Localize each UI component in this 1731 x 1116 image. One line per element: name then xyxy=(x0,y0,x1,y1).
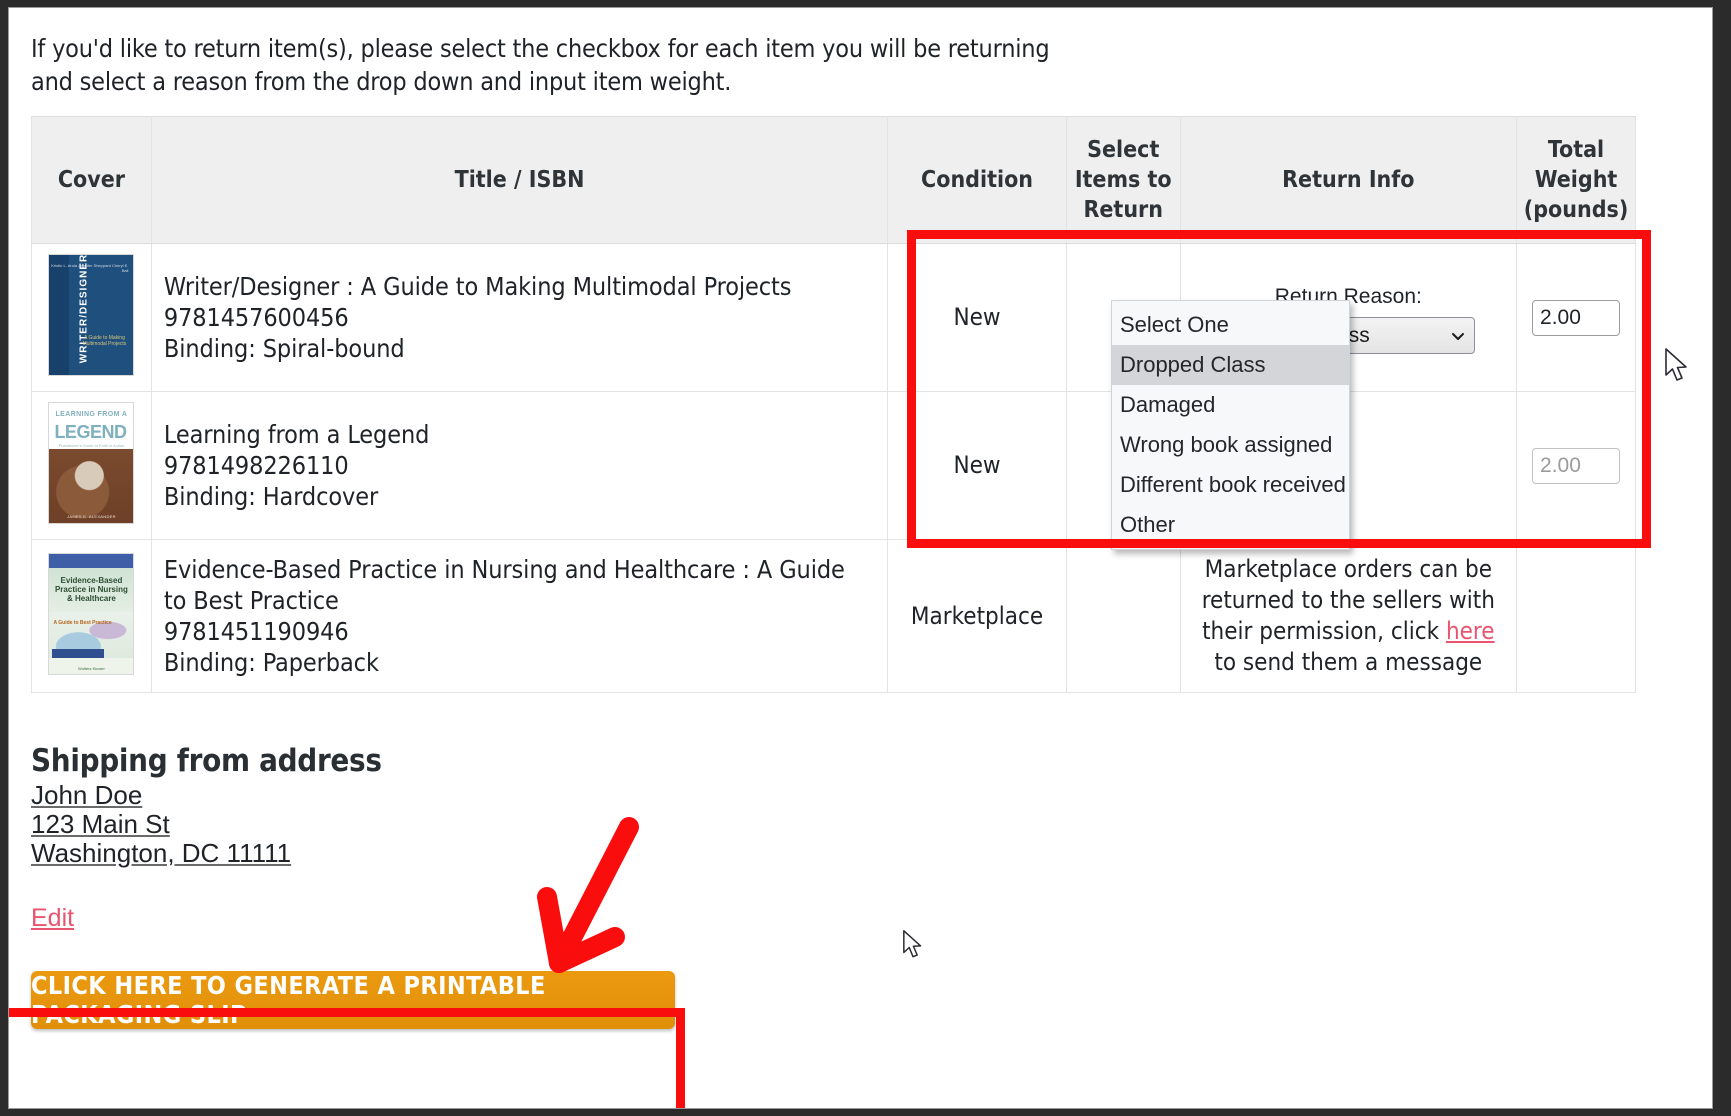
shipping-from-address-section: Shipping from address John Doe 123 Main … xyxy=(31,743,1712,933)
instructions-line-2: and select a reason from the drop down a… xyxy=(31,67,732,96)
header-title-isbn: Title / ISBN xyxy=(150,116,889,244)
dropdown-option-damaged[interactable]: Damaged xyxy=(1112,385,1349,425)
weight-input[interactable]: 2.00 xyxy=(1532,447,1621,484)
cover-title-text: Evidence-Based Practice in Nursing & Hea… xyxy=(54,575,128,603)
cover-cell: Evidence-Based Practice in Nursing & Hea… xyxy=(31,539,152,693)
dropdown-option-select-one[interactable]: Select One xyxy=(1112,305,1349,345)
book-isbn: 9781457600456 xyxy=(163,303,349,332)
book-binding: Binding: Hardcover xyxy=(163,482,379,511)
edit-address-link[interactable]: Edit xyxy=(31,904,74,933)
cover-line-2: LEGEND xyxy=(54,422,127,442)
book-title: Evidence-Based Practice in Nursing and H… xyxy=(163,555,845,615)
weight-cell xyxy=(1516,539,1636,693)
table-row: LEARNING FROM A LEGEND Practitioner's Gu… xyxy=(31,391,1636,540)
header-cover: Cover xyxy=(31,116,152,244)
cover-publisher-text: Wolters Kluwer xyxy=(78,665,105,671)
cover-author-text: JAMES E. ALEXANDER xyxy=(67,514,116,519)
condition-cell: New xyxy=(887,243,1067,392)
shipping-name: John Doe xyxy=(31,780,143,810)
shipping-street: 123 Main St xyxy=(31,809,170,839)
marketplace-note-part2: to send them a message xyxy=(1214,648,1483,676)
header-return-info: Return Info xyxy=(1179,116,1518,244)
cover-vertical-title: WRITER/DESIGNER xyxy=(78,254,90,364)
shipping-city-state-zip: Washington, DC 11111 xyxy=(31,838,292,868)
book-isbn: 9781498226110 xyxy=(163,451,349,480)
table-row: Evidence-Based Practice in Nursing & Hea… xyxy=(31,539,1636,693)
title-cell: Writer/Designer : A Guide to Making Mult… xyxy=(150,243,889,392)
header-select-items: Select Items to Return xyxy=(1065,116,1181,244)
instructions-text: If you'd like to return item(s), please … xyxy=(31,32,1061,98)
title-cell: Learning from a Legend 9781498226110 Bin… xyxy=(150,391,889,540)
title-cell: Evidence-Based Practice in Nursing and H… xyxy=(150,539,889,693)
book-binding: Binding: Spiral-bound xyxy=(163,334,405,363)
cover-line-3: Practitioner's Guide to Faith in Action xyxy=(58,443,125,448)
instructions-line-1: If you'd like to return item(s), please … xyxy=(31,34,1050,63)
cover-subtitle-text: A Guide to Making Multimodal Projects xyxy=(82,335,127,347)
condition-cell: Marketplace xyxy=(887,539,1067,693)
table-row: Kristin L. Arola Jennifer Sheppard Chery… xyxy=(31,243,1636,392)
dropdown-option-wrong-book-assigned[interactable]: Wrong book assigned xyxy=(1112,425,1349,465)
book-binding: Binding: Paperback xyxy=(163,648,379,677)
dropdown-option-dropped-class[interactable]: Dropped Class xyxy=(1112,345,1349,385)
table-header-row: Cover Title / ISBN Condition Select Item… xyxy=(31,116,1636,244)
condition-cell: New xyxy=(887,391,1067,540)
shipping-address-title: Shipping from address xyxy=(31,743,382,779)
page-content: If you'd like to return item(s), please … xyxy=(9,8,1712,1029)
cover-line-1: LEARNING FROM A xyxy=(55,411,128,418)
weight-cell: 2.00 xyxy=(1516,391,1636,540)
cover-cell: Kristin L. Arola Jennifer Sheppard Chery… xyxy=(31,243,152,392)
book-isbn: 9781451190946 xyxy=(163,617,349,646)
book-cover-image: Kristin L. Arola Jennifer Sheppard Chery… xyxy=(48,254,135,376)
returns-table: Cover Title / ISBN Condition Select Item… xyxy=(31,116,1636,693)
cta-zone: CLICK HERE TO GENERATE A PRINTABLE PACKA… xyxy=(31,971,1712,1029)
cover-cell: LEARNING FROM A LEGEND Practitioner's Gu… xyxy=(31,391,152,540)
weight-input[interactable]: 2.00 xyxy=(1532,299,1621,336)
generate-packaging-slip-button[interactable]: CLICK HERE TO GENERATE A PRINTABLE PACKA… xyxy=(31,971,675,1029)
book-cover-image: LEARNING FROM A LEGEND Practitioner's Gu… xyxy=(48,402,135,524)
marketplace-here-link[interactable]: here xyxy=(1446,617,1495,645)
chevron-down-icon xyxy=(1450,328,1466,344)
browser-page: If you'd like to return item(s), please … xyxy=(8,7,1713,1109)
table-body: Kristin L. Arola Jennifer Sheppard Chery… xyxy=(31,243,1636,693)
dropdown-option-other[interactable]: Other xyxy=(1112,505,1349,545)
table-header: Cover Title / ISBN Condition Select Item… xyxy=(31,116,1636,244)
header-condition: Condition xyxy=(887,116,1067,244)
cover-subtitle-text: A Guide to Best Practice xyxy=(53,619,112,626)
weight-cell: 2.00 xyxy=(1516,243,1636,392)
header-total-weight: Total Weight (pounds) xyxy=(1516,116,1636,244)
select-item-cell xyxy=(1065,539,1181,693)
book-cover-image: Evidence-Based Practice in Nursing & Hea… xyxy=(48,552,135,675)
dropdown-option-different-book-received[interactable]: Different book received xyxy=(1112,465,1349,505)
book-title: Learning from a Legend xyxy=(163,420,430,449)
book-title: Writer/Designer : A Guide to Making Mult… xyxy=(163,272,792,301)
return-reason-dropdown-list[interactable]: Select One Dropped Class Damaged Wrong b… xyxy=(1111,300,1350,550)
marketplace-note: Marketplace orders can be returned to th… xyxy=(1179,539,1518,693)
